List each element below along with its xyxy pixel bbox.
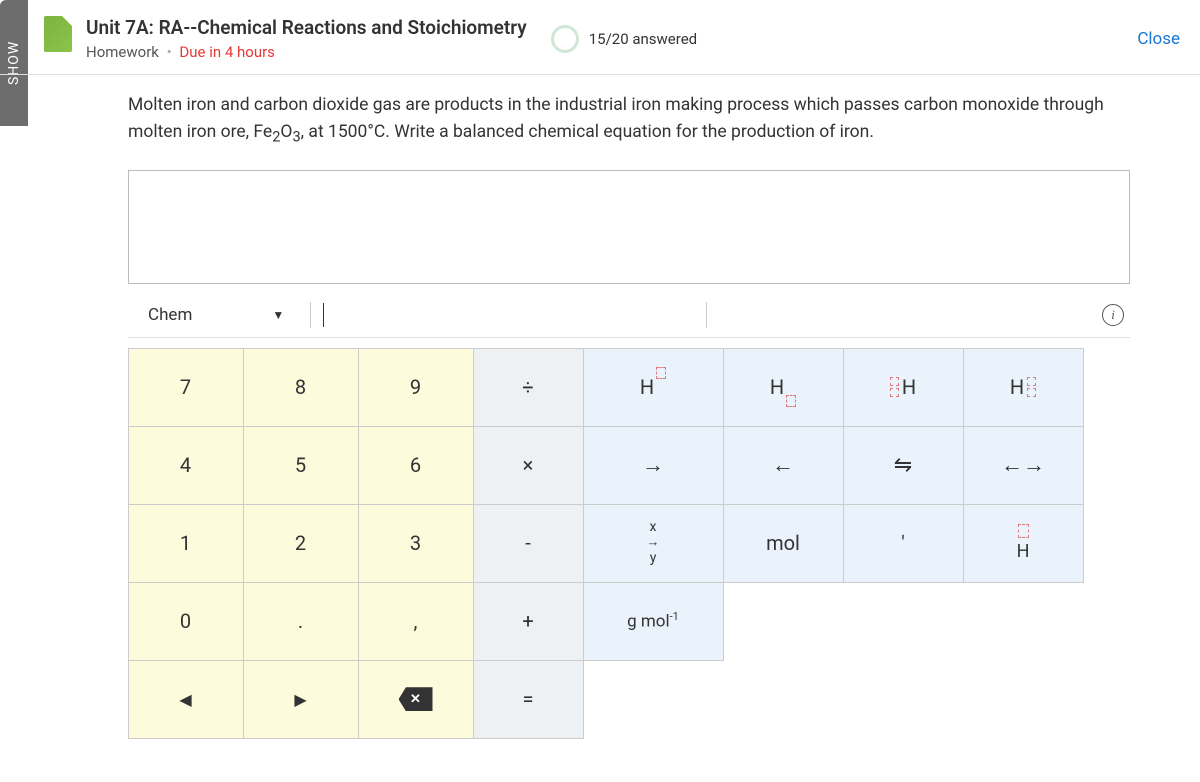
key-9[interactable]: 9 [358,348,474,427]
chevron-down-icon: ▼ [272,308,284,322]
key-arrow-right[interactable]: → [583,426,724,505]
mode-label: Chem [148,305,192,325]
key-resonance[interactable]: ←→ [963,426,1084,505]
key-prime[interactable]: ' [843,504,964,583]
key-7[interactable]: 7 [128,348,244,427]
backspace-icon: ✕ [399,687,433,711]
key-6[interactable]: 6 [358,426,474,505]
mode-dropdown[interactable]: Chem ▼ [134,299,298,331]
toolbar-separator [310,302,311,328]
key-reaction-condition[interactable]: x → y [583,504,724,583]
key-gmol-sup: -1 [670,610,679,623]
key-empty [723,582,844,661]
answer-input[interactable] [128,170,1130,284]
placeholder-box-icon [786,395,796,407]
key-isotope-post[interactable]: H [963,348,1084,427]
keypad: 7 8 9 ÷ H H H H 4 5 6 × → ← ⇋ ←→ 1 2 3 -… [128,348,1130,738]
placeholder-box-icon [1018,524,1029,538]
key-isotope-pre-label: H [902,375,916,399]
show-sidebar-tab[interactable]: SHOW [0,0,28,126]
key-empty [843,660,964,739]
toolbar-separator-right [706,302,707,328]
key-cursor-right[interactable]: ▶ [243,660,359,739]
key-0[interactable]: 0 [128,582,244,661]
key-isotope-post-label: H [1010,375,1024,399]
header-titles: Unit 7A: RA--Chemical Reactions and Stoi… [86,16,527,61]
key-multiply[interactable]: × [473,426,584,505]
placeholder-box-icon [890,388,899,397]
placeholder-box-icon [1027,388,1036,397]
key-4[interactable]: 4 [128,426,244,505]
key-isotope-pre[interactable]: H [843,348,964,427]
key-cond-arrow: → [647,536,660,550]
placeholder-box-icon [1027,377,1036,386]
key-stacked-label: H [1017,541,1030,562]
key-divide[interactable]: ÷ [473,348,584,427]
assignment-type: Homework [86,43,159,61]
key-2[interactable]: 2 [243,504,359,583]
assignment-icon [44,16,72,52]
key-3[interactable]: 3 [358,504,474,583]
key-cursor-left[interactable]: ◀ [128,660,244,739]
assignment-title: Unit 7A: RA--Chemical Reactions and Stoi… [86,16,527,39]
key-1[interactable]: 1 [128,504,244,583]
key-cond-top: x [650,520,657,535]
due-text: Due in 4 hours [179,43,275,61]
progress-ring-icon [551,25,579,53]
key-empty [843,582,964,661]
key-empty [963,660,1084,739]
cursor-indicator [323,303,324,327]
content-area: Molten iron and carbon dioxide gas are p… [128,92,1130,738]
key-empty [723,660,844,739]
key-mol[interactable]: mol [723,504,844,583]
question-text: Molten iron and carbon dioxide gas are p… [128,92,1130,148]
key-subscript[interactable]: H [723,348,844,427]
key-empty [963,582,1084,661]
key-8[interactable]: 8 [243,348,359,427]
key-empty [583,660,724,739]
header: Unit 7A: RA--Chemical Reactions and Stoi… [86,16,1180,61]
key-backspace[interactable]: ✕ [358,660,474,739]
key-subscript-label: H [770,375,784,399]
separator-dot: • [167,43,172,61]
key-comma[interactable]: , [358,582,474,661]
key-plus[interactable]: + [473,582,584,661]
key-minus[interactable]: - [473,504,584,583]
key-equilibrium[interactable]: ⇋ [843,426,964,505]
key-arrow-left[interactable]: ← [723,426,844,505]
key-5[interactable]: 5 [243,426,359,505]
key-gmol[interactable]: g mol-1 [583,582,724,661]
close-button[interactable]: Close [1137,29,1180,49]
editor-toolbar: Chem ▼ i [128,292,1130,338]
question-mid: O [280,122,292,142]
key-cond-bottom: y [650,551,657,566]
key-superscript-label: H [640,375,654,399]
info-icon[interactable]: i [1102,304,1124,326]
placeholder-box-icon [656,367,666,379]
progress-text: 15/20 answered [589,30,697,48]
key-equals[interactable]: = [473,660,584,739]
question-sub2: 3 [292,128,300,146]
key-superscript[interactable]: H [583,348,724,427]
key-stacked-placeholder[interactable]: H [963,504,1084,583]
progress-indicator: 15/20 answered [551,25,697,53]
placeholder-box-icon [890,377,899,386]
question-post: , at 1500°C. Write a balanced chemical e… [301,122,874,142]
key-dot[interactable]: . [243,582,359,661]
header-divider [0,74,1200,75]
key-gmol-label: g mol [627,612,670,632]
assignment-subtitle: Homework • Due in 4 hours [86,43,527,61]
